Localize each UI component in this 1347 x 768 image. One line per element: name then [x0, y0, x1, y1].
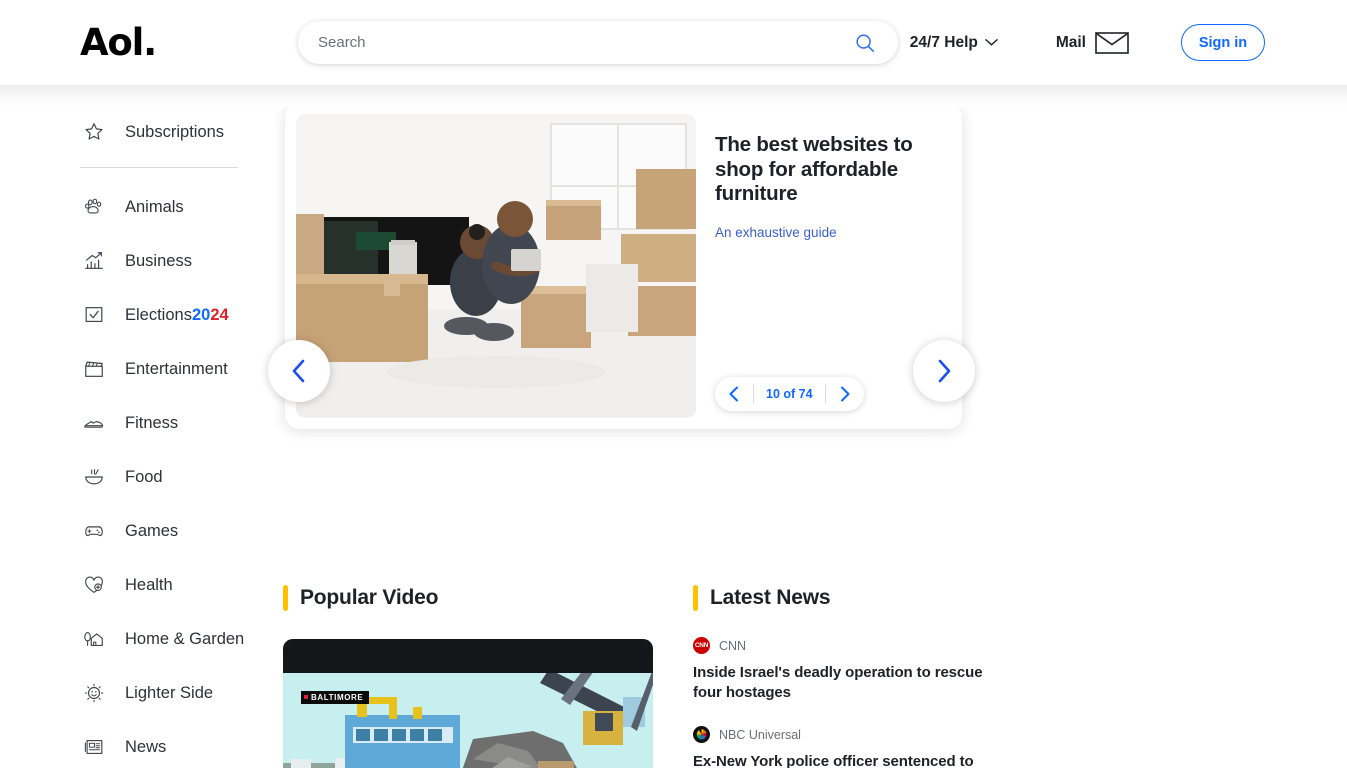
envelope-icon — [1095, 31, 1129, 54]
list-item[interactable]: NBC Universal Ex-New York police officer… — [693, 726, 993, 768]
sign-in-button[interactable]: Sign in — [1181, 24, 1265, 61]
sidebar-item-lighter-side[interactable]: Lighter Side — [0, 674, 285, 712]
hero-text: The best websites to shop for affordable… — [715, 133, 933, 240]
cnn-logo-icon: CNN — [693, 637, 710, 654]
sidebar-item-label: Games — [125, 521, 179, 540]
search-button[interactable] — [850, 28, 880, 58]
search-input[interactable] — [318, 34, 850, 51]
carousel-next-button[interactable] — [913, 340, 975, 402]
chevron-left-icon — [292, 359, 305, 383]
site-header: Aol. 24/7 Help Mail Sign in — [0, 0, 1347, 85]
sidebar-item-home-garden[interactable]: Home & Garden — [0, 620, 285, 658]
sidebar-item-entertainment[interactable]: Entertainment — [0, 350, 285, 388]
sidebar-item-label: Subscriptions — [125, 122, 225, 141]
house-tree-icon — [80, 625, 108, 653]
news-source: NBC Universal — [693, 726, 993, 743]
hero-image[interactable] — [296, 114, 696, 418]
mail-link[interactable]: Mail — [1056, 31, 1129, 55]
help-menu[interactable]: 24/7 Help — [910, 34, 998, 52]
checkbox-icon — [80, 301, 108, 329]
video-letterbox — [283, 639, 653, 673]
chevron-right-icon — [938, 359, 951, 383]
sidebar-item-label: Food — [125, 467, 163, 486]
page-body: Subscriptions Animals Business Elections… — [0, 85, 1347, 768]
video-location-tag: BALTIMORE — [301, 691, 370, 704]
sidebar-item-label: Fitness — [125, 413, 179, 432]
sidebar-nav: Subscriptions Animals Business Elections… — [0, 85, 285, 768]
pager-next-button[interactable] — [826, 377, 864, 411]
sidebar-item-animals[interactable]: Animals — [0, 188, 285, 226]
carousel-prev-button[interactable] — [268, 340, 330, 402]
election-year-24: 24 — [210, 305, 229, 324]
sidebar-item-label: Home & Garden — [125, 629, 245, 648]
section-accent-bar — [283, 585, 288, 611]
sidebar-item-label: Animals — [125, 197, 184, 216]
search-bar[interactable] — [298, 21, 898, 64]
sidebar-item-games[interactable]: Games — [0, 512, 285, 550]
aol-logo[interactable]: Aol. — [80, 24, 157, 61]
sidebar-item-food[interactable]: Food — [0, 458, 285, 496]
chevron-down-icon — [985, 39, 998, 46]
news-source-label: NBC Universal — [719, 727, 801, 742]
star-icon — [80, 118, 108, 146]
sidebar-item-label: Business — [125, 251, 192, 270]
election-year-20: 20 — [191, 305, 211, 324]
search-icon — [856, 33, 874, 52]
news-source-label: CNN — [719, 638, 747, 653]
sidebar-item-elections[interactable]: Elections2024 — [0, 296, 285, 334]
header-actions: 24/7 Help Mail Sign in — [910, 0, 1347, 85]
sidebar-item-business[interactable]: Business — [0, 242, 285, 280]
news-source: CNN CNN — [693, 637, 993, 654]
video-player[interactable]: BALTIMORE wreckage from the key bridge c… — [283, 639, 653, 768]
help-label: 24/7 Help — [909, 33, 978, 51]
latest-news-section: Latest News CNN CNN Inside Israel's dead… — [693, 585, 993, 768]
sidebar-item-health[interactable]: Health — [0, 566, 285, 604]
news-list: CNN CNN Inside Israel's deadly operation… — [693, 637, 993, 768]
paw-icon — [80, 193, 108, 221]
sidebar-elections-text: Elections — [125, 305, 192, 324]
heart-plus-icon — [80, 571, 108, 599]
sidebar-item-label: News — [125, 737, 167, 756]
chevron-left-icon — [729, 386, 738, 402]
shoe-icon — [80, 409, 108, 437]
mail-label: Mail — [1055, 33, 1086, 51]
sidebar-item-subscriptions[interactable]: Subscriptions — [0, 113, 285, 151]
sidebar-divider — [80, 167, 238, 168]
section-accent-bar — [693, 585, 698, 611]
chevron-right-icon — [840, 386, 850, 402]
popular-video-title: Popular Video — [300, 586, 439, 609]
news-headline: Inside Israel's deadly operation to resc… — [693, 664, 983, 701]
hero-carousel-card: The best websites to shop for affordable… — [285, 103, 962, 429]
gamepad-icon — [80, 517, 108, 545]
sidebar-item-news[interactable]: News — [0, 728, 285, 766]
news-headline: Ex-New York police officer sentenced to … — [693, 753, 974, 768]
hero-subtitle-link[interactable]: An exhaustive guide — [715, 225, 933, 240]
hero-title: The best websites to shop for affordable… — [715, 133, 913, 206]
header-shadow — [0, 85, 1347, 107]
clapperboard-icon — [80, 355, 108, 383]
bowl-icon — [80, 463, 108, 491]
sidebar-item-label: Elections2024 — [125, 306, 229, 325]
nbc-logo-icon — [693, 726, 710, 743]
newspaper-icon — [80, 733, 108, 761]
sun-smile-icon — [80, 679, 108, 707]
sidebar-item-label: Entertainment — [125, 359, 228, 378]
latest-news-header: Latest News — [693, 585, 993, 611]
list-item[interactable]: CNN CNN Inside Israel's deadly operation… — [693, 637, 993, 702]
sidebar-item-label: Health — [125, 575, 173, 594]
popular-video-section: Popular Video BALTIMORE — [283, 585, 655, 768]
pager-prev-button[interactable] — [715, 377, 753, 411]
popular-video-header: Popular Video — [283, 585, 655, 611]
sidebar-item-label: Lighter Side — [125, 683, 214, 702]
chart-growth-icon — [80, 247, 108, 275]
hero-pagination: 10 of 74 — [715, 377, 864, 411]
sidebar-item-fitness[interactable]: Fitness — [0, 404, 285, 442]
latest-news-title: Latest News — [710, 586, 831, 609]
pager-count-label: 10 of 74 — [766, 387, 813, 401]
